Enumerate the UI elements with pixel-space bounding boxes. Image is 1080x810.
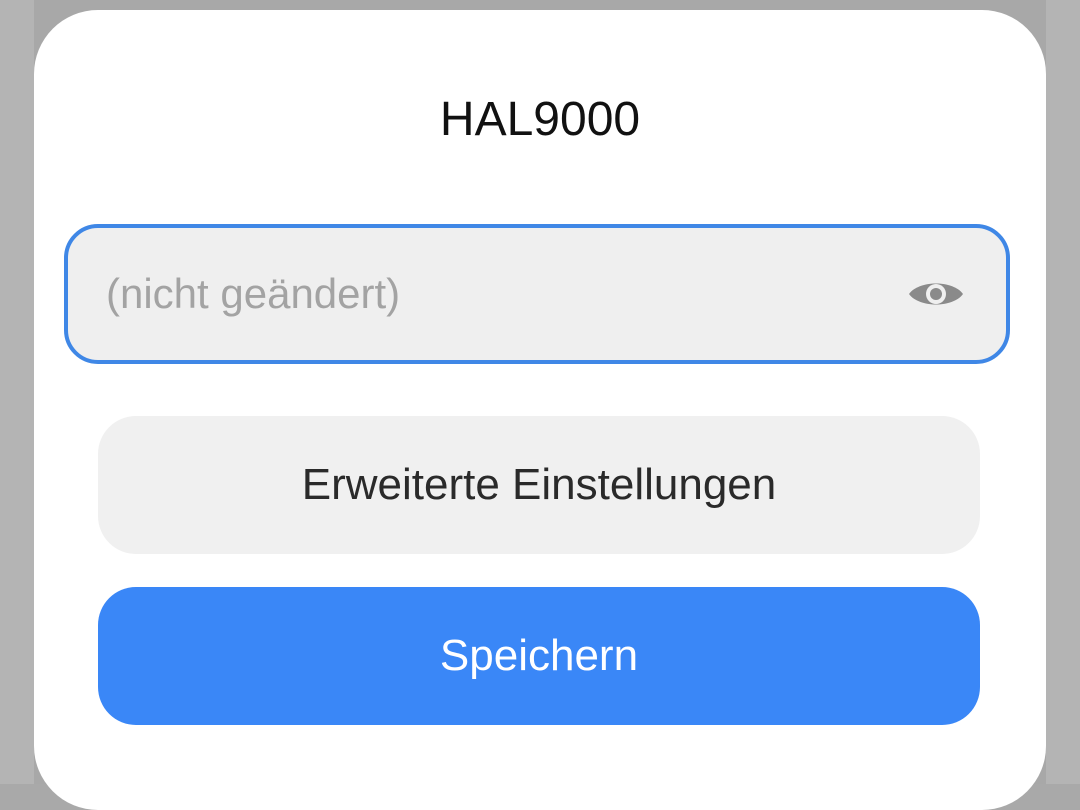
eye-icon[interactable]	[906, 270, 966, 318]
save-button-label: Speichern	[439, 631, 639, 680]
advanced-settings-label: Erweiterte Einstellungen	[301, 460, 777, 509]
password-input[interactable]	[106, 228, 886, 360]
password-field[interactable]	[64, 224, 1010, 364]
background-edge-left	[0, 0, 34, 784]
advanced-settings-button[interactable]: Erweiterte Einstellungen	[98, 416, 980, 554]
dialog-title: HAL9000	[439, 93, 641, 146]
background-edge-right	[1046, 0, 1080, 784]
save-button[interactable]: Speichern	[98, 587, 980, 725]
password-dialog: HAL9000 Erweiterte Einstellungen Speiche…	[34, 10, 1046, 810]
